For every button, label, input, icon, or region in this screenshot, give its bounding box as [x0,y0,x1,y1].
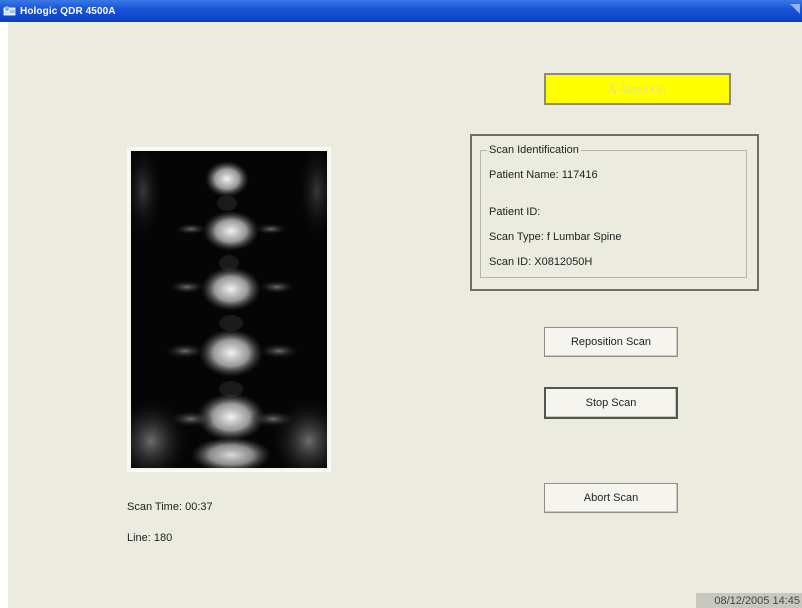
scan-id: Scan ID: X0812050H [489,256,593,268]
abort-scan-button[interactable]: Abort Scan [544,483,678,513]
lumbar-spine-scan-image [131,151,327,468]
patient-id: Patient ID: [489,206,541,218]
window-corner-icon [790,4,800,14]
main-panel: X-Rays On Scan Identification Patient Na… [8,22,802,608]
scan-type: Scan Type: f Lumbar Spine [489,231,622,243]
scan-identification-group: Scan Identification Patient Name: 117416… [480,144,747,278]
app-icon[interactable] [3,5,17,17]
patient-name: Patient Name: 117416 [489,169,598,181]
scan-identification-panel: Scan Identification Patient Name: 117416… [470,134,759,291]
scan-identification-legend: Scan Identification [487,144,581,156]
title-bar[interactable]: Hologic QDR 4500A [0,0,802,22]
xray-status-label: X-Rays On [608,81,667,96]
xray-status-indicator: X-Rays On [544,73,731,105]
scan-line: Line: 180 [127,532,173,544]
stop-scan-button[interactable]: Stop Scan [544,387,678,419]
scan-image-frame [127,147,331,472]
scan-time: Scan Time: 00:37 [127,501,213,513]
datetime-display: 08/12/2005 14:45 [696,593,802,608]
reposition-scan-button[interactable]: Reposition Scan [544,327,678,357]
window-title: Hologic QDR 4500A [20,5,116,17]
